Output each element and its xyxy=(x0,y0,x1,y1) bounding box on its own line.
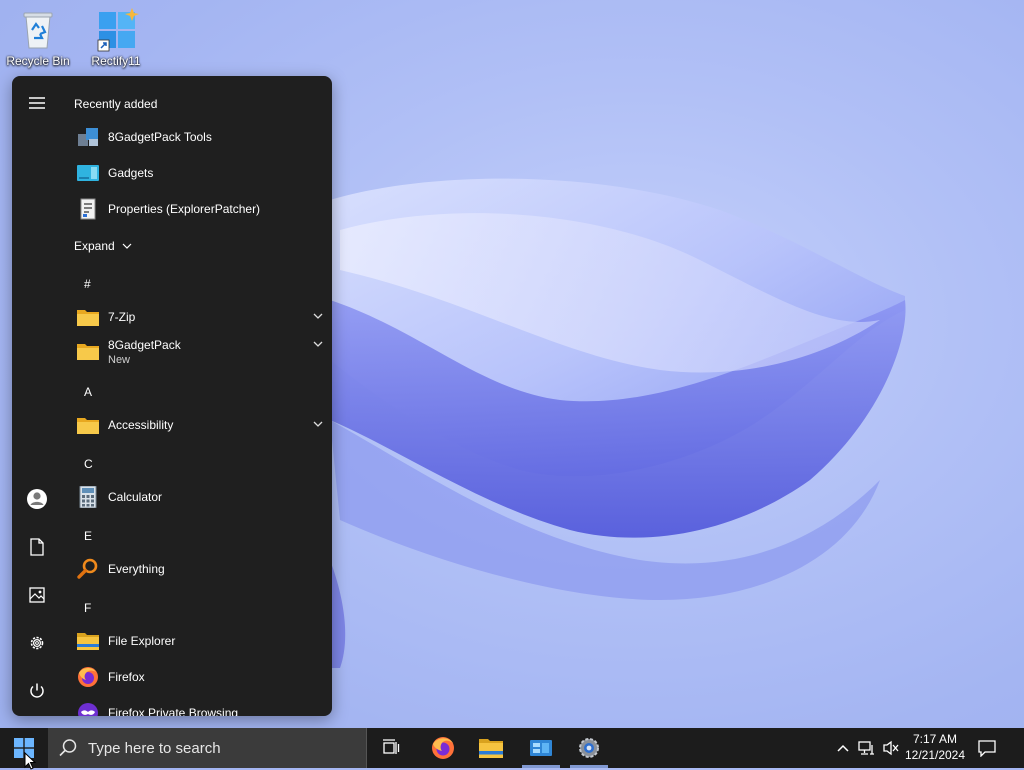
app-name: Calculator xyxy=(108,490,163,504)
folder-icon xyxy=(77,418,99,434)
everything-search-icon xyxy=(77,558,98,579)
chevron-down-icon[interactable] xyxy=(312,310,324,322)
app-item-everything[interactable]: Everything xyxy=(74,552,332,586)
file-explorer-icon xyxy=(479,739,503,758)
app-name: File Explorer xyxy=(108,634,176,648)
app-item-properties-explorerpatcher[interactable]: Properties (ExplorerPatcher) xyxy=(74,192,332,226)
app-name: Firefox Private Browsing xyxy=(108,706,239,716)
chevron-down-icon xyxy=(122,243,132,249)
taskbar-file-explorer[interactable] xyxy=(468,728,514,768)
app-name: 8GadgetPack xyxy=(108,338,181,352)
task-view-icon xyxy=(383,739,400,754)
letter-header-e[interactable]: E xyxy=(84,529,92,543)
file-explorer-icon xyxy=(77,633,99,650)
desktop-icon-recycle-bin[interactable]: Recycle Bin xyxy=(6,6,70,76)
start-menu: Recently added 8GadgetPack Tools Gadgets… xyxy=(12,76,332,716)
clock-time: 7:17 AM xyxy=(912,732,958,746)
pictures-button[interactable] xyxy=(22,580,52,610)
app-name: Properties (ExplorerPatcher) xyxy=(108,202,261,216)
settings-icon xyxy=(30,636,44,650)
user-account-button[interactable] xyxy=(22,484,52,514)
app-name: Firefox xyxy=(108,670,145,684)
notification-icon xyxy=(978,740,996,757)
volume-muted-icon xyxy=(883,740,899,756)
app-name: Gadgets xyxy=(108,166,154,180)
app-name: 8GadgetPack Tools xyxy=(108,130,212,144)
app-item-7zip[interactable]: 7-Zip xyxy=(74,300,332,334)
pictures-icon xyxy=(29,587,45,603)
app-item-gadgets[interactable]: Gadgets xyxy=(74,156,332,190)
firefox-icon xyxy=(432,737,454,759)
chevron-up-icon xyxy=(837,744,849,752)
letter-header-c[interactable]: C xyxy=(84,457,93,471)
app-list: Recently added 8GadgetPack Tools Gadgets… xyxy=(74,76,332,716)
folder-icon xyxy=(77,310,99,326)
taskbar-search-box[interactable]: Type here to search xyxy=(48,728,367,768)
app-item-file-explorer[interactable]: File Explorer xyxy=(74,624,332,658)
firefox-icon xyxy=(78,667,98,687)
power-icon xyxy=(30,683,44,698)
mouse-cursor-icon xyxy=(24,752,37,770)
letter-header-f[interactable]: F xyxy=(84,601,91,615)
letter-header-hash[interactable]: # xyxy=(84,277,91,291)
show-hidden-icons-button[interactable] xyxy=(832,728,854,768)
app-item-firefox[interactable]: Firefox xyxy=(74,660,332,694)
volume-button[interactable] xyxy=(880,728,902,768)
calculator-icon xyxy=(79,486,97,508)
network-status-button[interactable] xyxy=(856,728,878,768)
letter-header-a[interactable]: A xyxy=(84,385,92,399)
network-icon xyxy=(858,741,874,755)
app-name: 7-Zip xyxy=(108,310,136,324)
power-button[interactable] xyxy=(22,676,52,706)
expand-button[interactable]: Expand xyxy=(74,239,132,253)
clock-date: 12/21/2024 xyxy=(904,748,966,762)
rectify11-shortcut-icon xyxy=(96,8,139,52)
firefox-private-browsing-icon xyxy=(78,703,98,716)
recently-added-heading: Recently added xyxy=(74,97,158,111)
documents-icon xyxy=(30,538,44,556)
taskbar-clock[interactable]: 7:17 AM 12/21/2024 xyxy=(900,731,970,763)
expand-label: Expand xyxy=(74,239,115,253)
app-item-firefox-private-browsing[interactable]: Firefox Private Browsing xyxy=(74,696,332,716)
control-panel-icon xyxy=(530,740,552,756)
user-avatar-icon xyxy=(27,489,47,509)
chevron-down-icon[interactable] xyxy=(312,418,324,430)
folder-icon xyxy=(77,344,99,360)
recycle-bin-icon xyxy=(18,8,58,52)
desktop-icon-label: Rectify11 xyxy=(91,54,141,68)
gadgets-icon xyxy=(77,165,99,181)
taskbar-firefox[interactable] xyxy=(420,728,466,768)
task-view-button[interactable] xyxy=(368,728,414,768)
app-name: Accessibility xyxy=(108,418,174,432)
taskbar-settings[interactable] xyxy=(566,728,612,768)
chevron-down-icon[interactable] xyxy=(312,338,324,350)
new-badge: New xyxy=(108,354,131,366)
search-icon xyxy=(59,739,77,757)
desktop-icon-label: Recycle Bin xyxy=(6,54,70,68)
documents-button[interactable] xyxy=(22,532,52,562)
start-menu-rail xyxy=(12,76,62,716)
8gadgetpack-tools-icon xyxy=(78,128,98,146)
app-name: Everything xyxy=(108,562,165,576)
app-item-calculator[interactable]: Calculator xyxy=(74,480,332,514)
hamburger-menu-button[interactable] xyxy=(22,88,52,118)
app-item-8gadgetpack-tools[interactable]: 8GadgetPack Tools xyxy=(74,120,332,154)
settings-button[interactable] xyxy=(22,628,52,658)
search-placeholder: Type here to search xyxy=(88,740,221,757)
notification-center-button[interactable] xyxy=(974,728,1000,768)
settings-icon xyxy=(579,738,599,758)
hamburger-menu-icon xyxy=(29,97,45,109)
taskbar-control-panel[interactable] xyxy=(518,728,564,768)
app-item-accessibility[interactable]: Accessibility xyxy=(74,408,332,442)
app-item-8gadgetpack[interactable]: 8GadgetPack New xyxy=(74,334,332,374)
properties-icon xyxy=(80,198,96,220)
desktop-icon-rectify11[interactable]: Rectify11 xyxy=(84,6,148,76)
taskbar: Type here to search 7:17 AM 12/21/2024 xyxy=(0,728,1024,770)
